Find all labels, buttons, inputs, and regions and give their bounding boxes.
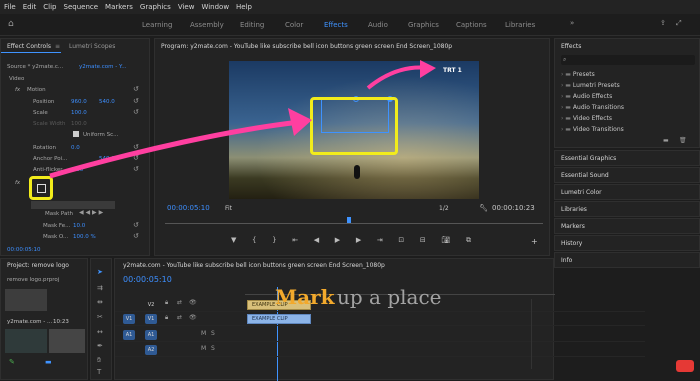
- arrow-head: [288, 108, 312, 136]
- annotation-arrows: [49, 60, 436, 179]
- arrow-to-mask: [49, 119, 301, 179]
- arrow-head: [420, 60, 436, 78]
- subscribe-logo-icon: [676, 360, 694, 372]
- arrow-to-logo: [366, 65, 429, 90]
